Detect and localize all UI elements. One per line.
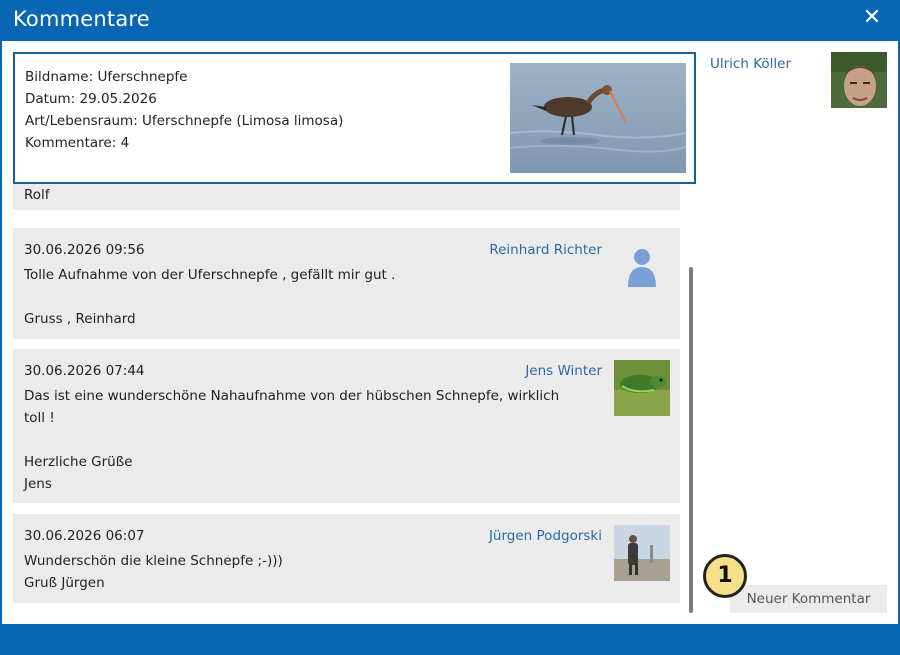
image-date-line: Datum: 29.05.2026 <box>25 91 157 107</box>
comment-text: Tolle Aufnahme von der Uferschnepfe , ge… <box>24 264 604 330</box>
lizard-avatar-icon[interactable] <box>614 360 670 416</box>
comment-line: Herzliche Grüße <box>24 454 133 470</box>
comment-line: Gruss , Reinhard <box>24 311 136 327</box>
comment-line: Gruß Jürgen <box>24 575 105 591</box>
comment-text: Wunderschön die kleine Schnepfe ;-))) Gr… <box>24 550 604 594</box>
bird-photo-image <box>510 63 686 173</box>
comment-card: 30.06.2026 07:44 Jens Winter Das ist ein… <box>13 349 680 503</box>
comment-list-scrollbar[interactable] <box>689 267 693 613</box>
comment-card: 30.06.2026 06:07 Jürgen Podgorski Wunder… <box>13 514 680 603</box>
comment-card-partial: Rolf <box>13 184 680 210</box>
comment-date: 30.06.2026 06:07 <box>24 528 145 544</box>
dialog-body: Bildname: Uferschnepfe Datum: 29.05.2026… <box>2 41 898 624</box>
image-info-lines: Bildname: Uferschnepfe Datum: 29.05.2026… <box>25 66 343 154</box>
new-comment-button[interactable]: Neuer Kommentar <box>730 585 887 613</box>
comment-card: 30.06.2026 09:56 Reinhard Richter Tolle … <box>13 228 680 339</box>
comment-partial-text: Rolf <box>24 187 50 203</box>
image-species-line: Art/Lebensraum: Uferschnepfe (Limosa lim… <box>25 113 344 129</box>
comment-list[interactable]: Rolf 30.06.2026 09:56 Reinhard Richter T… <box>13 184 680 614</box>
dialog-title: Kommentare <box>13 7 150 31</box>
comment-author-link[interactable]: Reinhard Richter <box>489 242 602 258</box>
title-bar: Kommentare ✕ <box>0 0 900 41</box>
bottom-bar <box>0 624 900 655</box>
comment-text: Das ist eine wunderschöne Nahaufnahme vo… <box>24 385 604 495</box>
comment-line: Das ist eine wunderschöne Nahaufnahme vo… <box>24 388 560 404</box>
image-comment-count-line: Kommentare: 4 <box>25 135 130 151</box>
comment-line: Tolle Aufnahme von der Uferschnepfe , ge… <box>24 267 396 283</box>
bird-photo-thumbnail <box>510 63 686 173</box>
photographer-avatar-icon[interactable] <box>614 525 670 581</box>
comment-line: Wunderschön die kleine Schnepfe ;-))) <box>24 553 283 569</box>
comment-line: Jens <box>24 476 52 492</box>
comment-line <box>24 286 604 308</box>
comment-line: toll ! <box>24 410 55 426</box>
comment-author-link[interactable]: Jens Winter <box>525 363 602 379</box>
current-user-name[interactable]: Ulrich Köller <box>710 56 791 72</box>
user-avatar-icon[interactable] <box>831 52 887 108</box>
close-icon[interactable]: ✕ <box>862 6 882 30</box>
image-info-box: Bildname: Uferschnepfe Datum: 29.05.2026… <box>13 52 696 184</box>
image-name-line: Bildname: Uferschnepfe <box>25 69 188 85</box>
comment-date: 30.06.2026 09:56 <box>24 242 145 258</box>
comment-line <box>24 429 604 451</box>
comment-date: 30.06.2026 07:44 <box>24 363 145 379</box>
annotation-marker: 1 <box>703 554 747 598</box>
comment-author-link[interactable]: Jürgen Podgorski <box>489 528 602 544</box>
default-avatar-icon[interactable] <box>614 239 670 295</box>
